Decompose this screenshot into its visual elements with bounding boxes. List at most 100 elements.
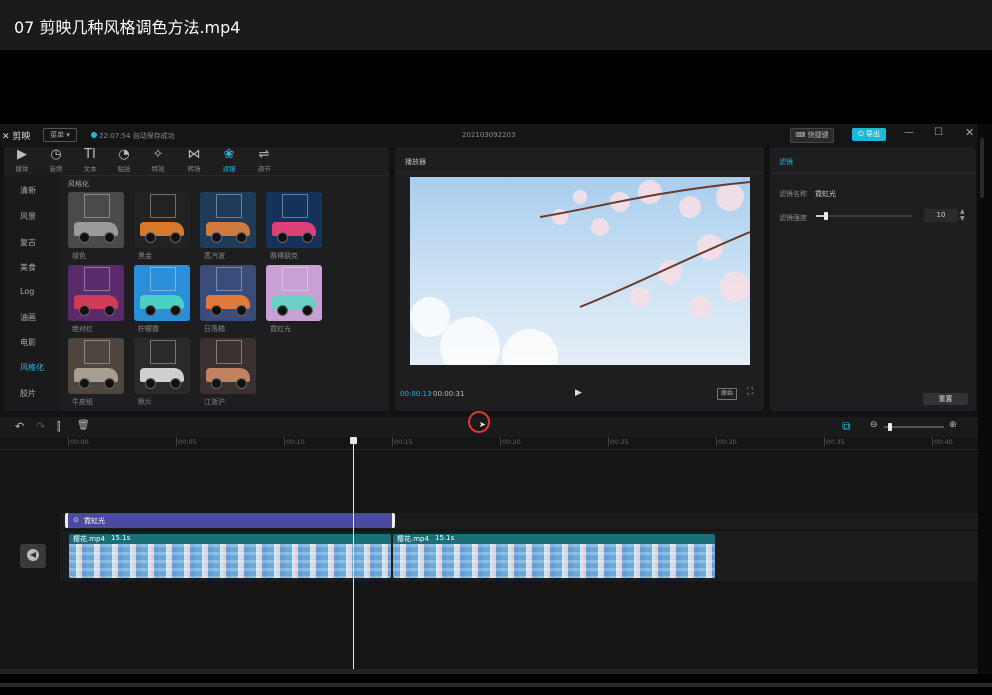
clip-duration: 15.1s — [435, 534, 455, 542]
filter-thumbnail[interactable] — [266, 265, 322, 321]
track-cover-button[interactable]: ◀ — [20, 544, 46, 568]
strength-slider-handle[interactable] — [823, 212, 828, 220]
filter-thumbnail[interactable] — [266, 192, 322, 248]
category-item-active[interactable]: 风格化 — [20, 362, 44, 373]
ratio-button[interactable]: 原始 — [717, 388, 737, 400]
chevron-down-icon: ▾ — [66, 131, 70, 139]
filter-clip-label: 霓虹光 — [84, 517, 105, 525]
category-item[interactable]: 复古 — [20, 237, 36, 248]
filter-strength-label: 滤镜强度 — [779, 214, 807, 222]
filter-thumbnail[interactable] — [200, 265, 256, 321]
minimize-icon[interactable]: — — [904, 127, 914, 138]
delete-icon[interactable]: 🗑 — [77, 420, 90, 431]
strength-slider[interactable] — [816, 212, 912, 220]
tab-transition[interactable]: ⋈ 转场 — [176, 147, 212, 173]
tab-text[interactable]: TI 文本 — [72, 147, 108, 173]
zoom-slider-handle[interactable] — [888, 423, 892, 431]
tab-audio[interactable]: ◷ 音频 — [38, 147, 74, 173]
filter-thumbnail[interactable] — [68, 265, 124, 321]
filter-thumbnail[interactable] — [200, 338, 256, 394]
clip-thumbnails — [69, 544, 391, 578]
filter-name: 绝对红 — [72, 325, 93, 333]
video-title-bar: 07 剪映几种风格调色方法.mp4 — [0, 0, 992, 50]
filter-thumbnail[interactable] — [134, 265, 190, 321]
export-icon: ⏻ — [858, 130, 864, 138]
category-item[interactable]: 美食 — [20, 262, 36, 273]
filter-name: 褪色 — [72, 252, 86, 260]
tab-adjust[interactable]: ⇌ 调节 — [246, 147, 282, 173]
category-item[interactable]: Log — [20, 287, 34, 296]
filter-name: 默片 — [138, 398, 152, 406]
filter-thumbnail[interactable] — [68, 192, 124, 248]
filter-thumbnail[interactable] — [134, 338, 190, 394]
ruler-tick-label: 00:40 — [932, 437, 953, 446]
filter-name: 赛博朋克 — [270, 252, 298, 260]
filter-name: 霓虹光 — [270, 325, 291, 333]
undo-icon[interactable]: ↶ — [15, 420, 24, 433]
ruler-tick-label: 00:30 — [716, 437, 737, 446]
category-item[interactable]: 胶片 — [20, 388, 36, 399]
filter-thumbnail[interactable] — [68, 338, 124, 394]
effects-icon: ✧ — [152, 147, 164, 162]
media-tabs: ▶ 媒体 ◷ 音频 TI 文本 ◔ 贴纸 ✧ 特效 ⋈ 转场 ❀ 滤镜 ⇌ 调节 — [4, 147, 389, 176]
cursor-icon: ➤ — [479, 420, 486, 429]
category-item[interactable]: 油画 — [20, 312, 36, 323]
reset-button[interactable]: 重置 — [923, 393, 968, 405]
tab-effects[interactable]: ✧ 特效 — [140, 147, 176, 173]
app-logo: ✕ 剪映 — [2, 129, 30, 142]
media-panel: ▶ 媒体 ◷ 音频 TI 文本 ◔ 贴纸 ✧ 特效 ⋈ 转场 ❀ 滤镜 ⇌ 调节 清新 风景 复… — [4, 147, 389, 411]
media-icon: ▶ — [17, 147, 27, 162]
zoom-slider[interactable] — [884, 423, 944, 431]
scrollbar-thumb[interactable] — [980, 138, 984, 198]
tab-filter[interactable]: ❀ 滤镜 — [211, 147, 247, 173]
tab-media[interactable]: ▶ 媒体 — [4, 147, 40, 173]
category-item[interactable]: 清新 — [20, 185, 36, 196]
maximize-icon[interactable]: ☐ — [934, 127, 943, 138]
app-top-bar: ✕ 剪映 菜单 ▾ 22:07:54 自动保存成功 202103092203 ⌨… — [0, 124, 978, 146]
timeline-scrollbar[interactable] — [0, 669, 978, 674]
video-clip[interactable]: 樱花.mp4 15.1s — [69, 534, 391, 578]
stepper-icon[interactable]: ▲ ▼ — [960, 208, 965, 222]
playhead-handle[interactable] — [350, 437, 357, 444]
logo-icon: ✕ — [2, 132, 10, 142]
tab-filter-properties[interactable]: 滤镜 — [779, 157, 793, 167]
category-item[interactable]: 电影 — [20, 337, 36, 348]
export-button[interactable]: ⏻ 导出 — [852, 128, 886, 141]
strength-input[interactable]: 10 — [924, 209, 958, 222]
filter-clip[interactable]: ⊙ 霓虹光 — [65, 513, 395, 528]
ruler-tick-label: 00:25 — [608, 437, 629, 446]
split-icon[interactable]: ⫿ — [57, 420, 61, 434]
shortcut-button[interactable]: ⌨ 快捷键 — [790, 128, 834, 143]
zoom-in-icon[interactable]: ⊕ — [949, 420, 957, 430]
category-item[interactable]: 风景 — [20, 211, 36, 222]
properties-tabs: 滤镜 — [770, 147, 976, 174]
filter-icon: ❀ — [223, 147, 235, 162]
ruler-tick-label: 00:00 — [68, 437, 89, 446]
video-clip[interactable]: 樱花.mp4 15.1s — [393, 534, 715, 578]
player-panel: 播放器 00:00:13 00:00:31 ▶ 原始 ⛶ — [395, 147, 764, 411]
filter-thumbnail[interactable] — [200, 192, 256, 248]
time-ruler[interactable]: 00:00 00:05 00:10 00:15 00:20 00:25 00:30 00:35… — [0, 437, 978, 450]
menu-dropdown[interactable]: 菜单 ▾ — [43, 128, 77, 142]
playhead[interactable] — [350, 437, 357, 671]
keyboard-icon: ⌨ — [795, 131, 806, 139]
link-icon[interactable]: ⧉ — [842, 419, 851, 434]
fullscreen-icon[interactable]: ⛶ — [747, 387, 753, 397]
ruler-tick-label: 00:10 — [284, 437, 305, 446]
video-progress-bar[interactable] — [0, 683, 992, 687]
tab-sticker[interactable]: ◔ 贴纸 — [106, 147, 142, 173]
clip-duration: 15.1s — [111, 534, 131, 542]
vertical-scrollbar[interactable] — [978, 124, 992, 674]
filter-thumbnail[interactable] — [134, 192, 190, 248]
close-icon[interactable]: ✕ — [965, 126, 974, 139]
adjust-icon: ⇌ — [258, 147, 270, 162]
play-icon[interactable]: ▶ — [575, 388, 582, 398]
editor-window: ✕ 剪映 菜单 ▾ 22:07:54 自动保存成功 202103092203 ⌨… — [0, 124, 978, 674]
ruler-tick-label: 00:15 — [392, 437, 413, 446]
redo-icon[interactable]: ↷ — [36, 420, 45, 433]
logo-text: 剪映 — [12, 132, 31, 142]
filter-name-label: 滤镜名称 — [779, 190, 807, 198]
zoom-out-icon[interactable]: ⊖ — [870, 420, 878, 430]
cursor-highlight: ➤ — [468, 411, 490, 433]
filter-name-value: 霓虹光 — [815, 190, 836, 198]
